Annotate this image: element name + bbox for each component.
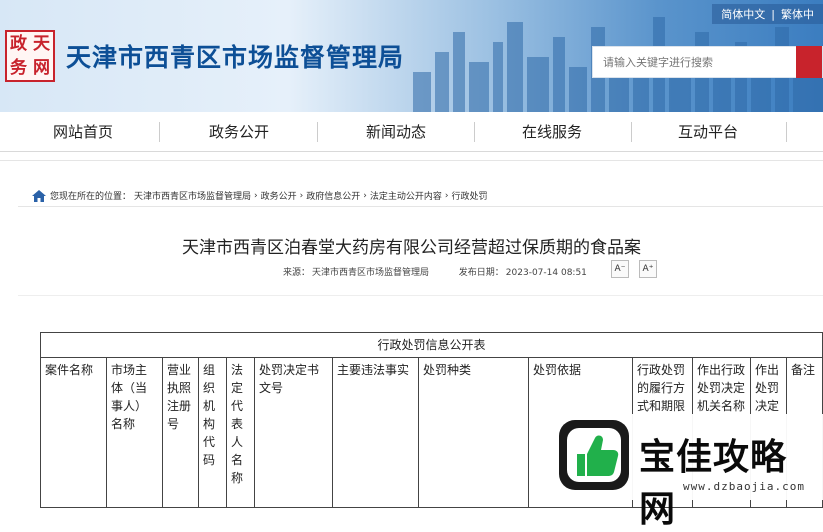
breadcrumb-divider <box>18 206 823 207</box>
breadcrumb-separator: › <box>363 190 367 201</box>
breadcrumb: 您现在所在的位置： 天津市西青区市场监督管理局 › 政务公开 › 政府信息公开 … <box>32 189 491 202</box>
table-header-cell: 营业执照注册号 <box>162 357 199 508</box>
breadcrumb-separator: › <box>254 190 258 201</box>
thumbs-up-logo-icon <box>559 420 629 490</box>
seal-char: 务 <box>10 57 27 78</box>
main-nav: 网站首页 政务公开 新闻动态 在线服务 互动平台 <box>0 112 823 152</box>
site-seal-logo: 政 天 务 网 <box>5 30 55 82</box>
table-header-cell: 处罚种类 <box>418 357 529 508</box>
table-caption: 行政处罚信息公开表 <box>39 332 823 358</box>
watermark-url: www.dzbaojia.com <box>683 480 805 493</box>
nav-divider <box>474 122 475 142</box>
nav-item-news[interactable]: 新闻动态 <box>331 112 461 152</box>
article-title: 天津市西青区泊春堂大药房有限公司经营超过保质期的食品案 <box>182 238 641 258</box>
site-title: 天津市西青区市场监督管理局 <box>66 43 405 72</box>
language-switch: 简体中文 | 繁体中 <box>712 4 823 24</box>
seal-char: 网 <box>33 57 50 78</box>
lang-traditional-link[interactable]: 繁体中 <box>781 6 814 22</box>
breadcrumb-separator: › <box>299 190 304 201</box>
breadcrumb-link[interactable]: 政府信息公开 <box>306 189 360 202</box>
breadcrumb-link[interactable]: 政务公开 <box>261 189 297 202</box>
breadcrumb-link[interactable]: 天津市西青区市场监督管理局 <box>134 189 251 202</box>
seal-char: 天 <box>33 33 50 54</box>
site-header: 简体中文 | 繁体中 政 天 务 网 天津市西青区市场监督管理局 <box>0 0 823 112</box>
font-decrease-button[interactable]: A⁻ <box>611 260 629 278</box>
meta-divider <box>18 295 823 296</box>
font-increase-button[interactable]: A⁺ <box>639 260 657 278</box>
nav-divider <box>786 122 787 142</box>
article-meta: 来源： 天津市西青区市场监督管理局 发布日期： 2023-07-14 08:51 <box>283 265 587 278</box>
table-header-cell: 法定代表人名称 <box>226 357 255 508</box>
breadcrumb-link[interactable]: 法定主动公开内容 <box>370 189 442 202</box>
search-button[interactable] <box>796 46 822 78</box>
breadcrumb-prefix: 您现在所在的位置： <box>50 192 132 202</box>
nav-item-home[interactable]: 网站首页 <box>18 112 148 152</box>
lang-separator: | <box>771 7 775 21</box>
date-label: 发布日期： <box>458 268 504 278</box>
nav-divider <box>631 122 632 142</box>
breadcrumb-link[interactable]: 行政处罚 <box>452 189 488 202</box>
home-icon <box>32 189 46 202</box>
article-source: 天津市西青区市场监督管理局 <box>312 268 430 278</box>
nav-item-interaction[interactable]: 互动平台 <box>643 112 773 152</box>
breadcrumb-separator: › <box>444 190 449 201</box>
article-date: 2023-07-14 08:51 <box>505 268 587 278</box>
search-input[interactable] <box>593 47 796 77</box>
nav-item-gov-affairs[interactable]: 政务公开 <box>174 112 304 152</box>
nav-divider <box>317 122 318 142</box>
source-label: 来源： <box>283 268 311 278</box>
lang-simplified-link[interactable]: 简体中文 <box>721 6 765 22</box>
nav-item-online-service[interactable]: 在线服务 <box>487 112 617 152</box>
site-watermark: 宝佳攻略网 www.dzbaojia.com <box>551 414 823 530</box>
table-header-cell: 组织机构代码 <box>198 357 227 508</box>
nav-divider <box>159 122 160 142</box>
seal-char: 政 <box>10 33 27 54</box>
table-header-cell: 市场主体（当事人）名称 <box>106 357 163 508</box>
search-box <box>592 46 823 78</box>
table-header-cell: 处罚决定书文号 <box>254 357 333 508</box>
table-header-cell: 案件名称 <box>40 357 107 508</box>
table-header-cell: 主要违法事实 <box>332 357 419 508</box>
